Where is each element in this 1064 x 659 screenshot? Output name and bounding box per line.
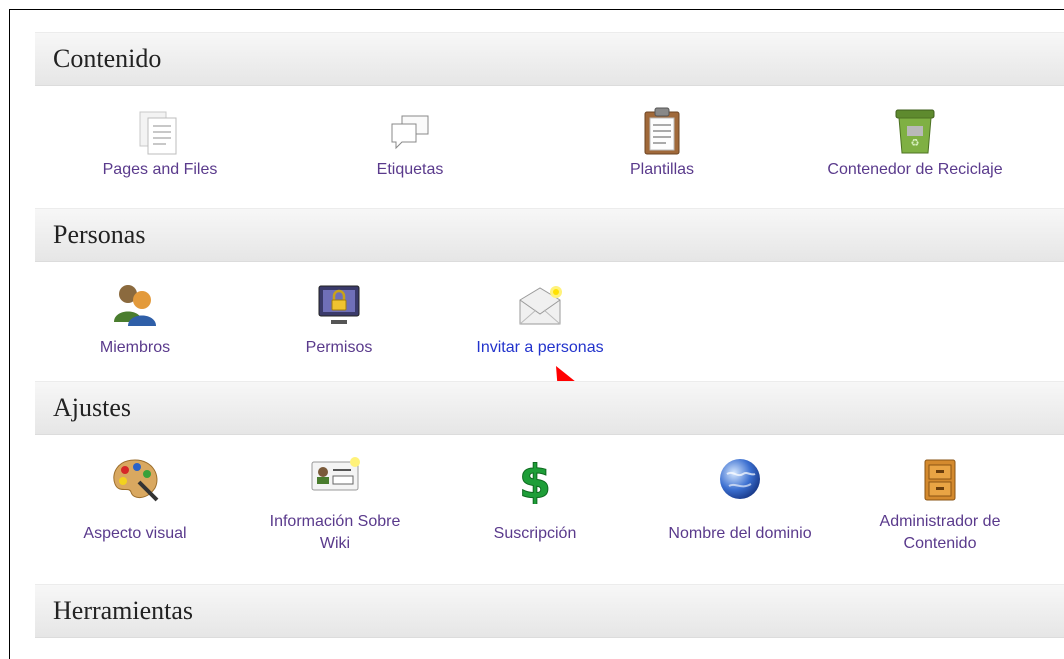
item-label: Permisos [305,339,373,356]
paint-palette-icon [113,459,159,502]
section-header-personas: Personas [35,208,1064,262]
lock-monitor-icon [318,285,360,324]
item-contenedor-de-reciclaje[interactable]: ♻ Contenedor de Reciclaje [790,106,1040,186]
item-label: Aspecto visual [83,525,187,542]
globe-icon [720,459,760,499]
section-header-contenido: Contenido [35,32,1064,86]
item-label: Contenedor de Reciclaje [827,161,1003,178]
item-aspecto-visual[interactable]: Aspecto visual [55,456,215,556]
envelope-icon [519,286,562,325]
item-label: Miembros [99,339,171,356]
svg-text:$: $ [519,456,551,504]
section-header-ajustes: Ajustes [35,381,1064,435]
section-header-herramientas: Herramientas [35,584,1064,638]
item-plantillas[interactable]: Plantillas [582,106,742,186]
item-label: Pages and Files [102,161,218,178]
item-label-line1: Información Sobre [269,513,401,530]
item-label-line2: Wiki [319,535,351,552]
item-informacion-sobre-wiki[interactable]: Información Sobre Wiki [245,456,425,556]
item-miembros[interactable]: Miembros [60,282,210,362]
item-invitar-a-personas[interactable]: Invitar a personas [440,282,640,362]
svg-text:♻: ♻ [911,138,920,149]
id-card-icon [311,457,360,491]
item-pages-and-files[interactable]: Pages and Files [70,106,250,186]
cabinet-icon [924,459,956,501]
section-title: Personas [53,220,146,249]
item-permisos[interactable]: Permisos [264,282,414,362]
item-label-line2: Contenido [903,535,977,552]
item-administrador-de-contenido[interactable]: Administrador de Contenido [850,456,1030,556]
item-label: Invitar a personas [476,339,604,356]
section-title: Ajustes [53,393,131,422]
item-label: Plantillas [629,161,695,178]
dollar-icon: $ [518,456,551,504]
item-label: Suscripción [493,525,577,542]
item-nombre-del-dominio[interactable]: Nombre del dominio [640,456,840,556]
item-label: Nombre del dominio [668,525,812,542]
item-label-line1: Administrador de [879,513,1001,530]
section-title: Contenido [53,44,162,73]
pages-files-icon [139,111,177,155]
item-suscripcion[interactable]: $ Suscripción [460,456,610,556]
item-label: Etiquetas [376,161,444,178]
recycle-bin-icon: ♻ [895,109,935,154]
clipboard-icon [644,107,680,155]
members-icon [114,285,156,326]
tags-speech-bubbles-icon [391,115,429,150]
item-etiquetas[interactable]: Etiquetas [330,106,490,186]
section-title: Herramientas [53,596,194,625]
